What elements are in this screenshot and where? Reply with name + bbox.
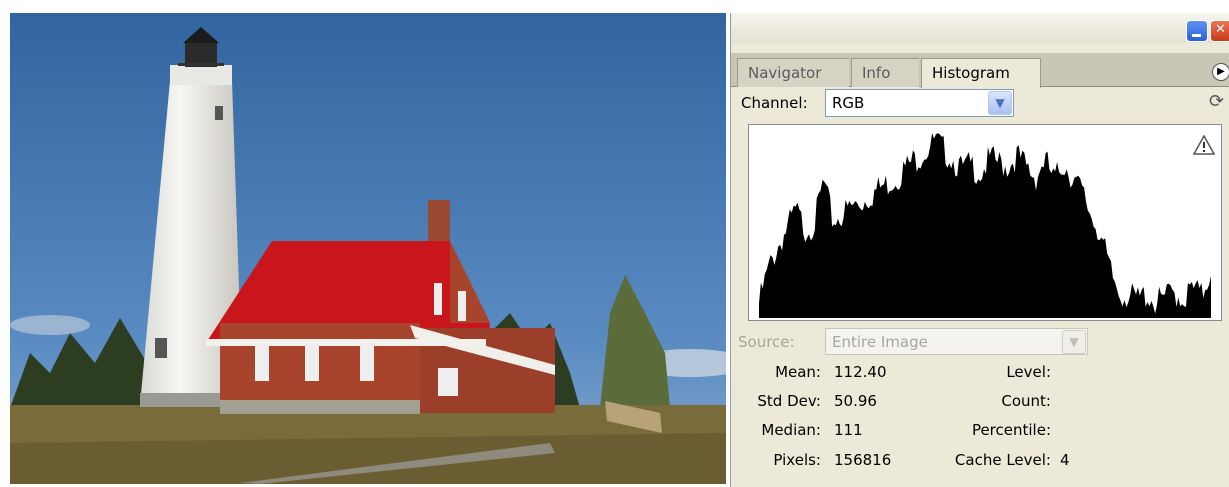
std-dev-label: Std Dev: bbox=[757, 392, 821, 410]
refresh-icon[interactable]: ⟳ bbox=[1209, 93, 1227, 111]
channel-value: RGB bbox=[832, 94, 865, 112]
close-icon[interactable] bbox=[1210, 20, 1229, 42]
std-dev-value: 50.96 bbox=[834, 392, 877, 410]
histogram-levels bbox=[759, 133, 1211, 318]
tab-info[interactable]: Info bbox=[851, 58, 919, 87]
source-label: Source: bbox=[738, 333, 795, 351]
source-value: Entire Image bbox=[832, 333, 928, 351]
panel-tab-strip: Navigator Info Histogram bbox=[731, 53, 1229, 88]
count-label: Count: bbox=[1001, 392, 1051, 410]
mean-label: Mean: bbox=[775, 363, 821, 381]
mean-value: 112.40 bbox=[834, 363, 887, 381]
median-label: Median: bbox=[761, 421, 821, 439]
channel-label: Channel: bbox=[741, 94, 808, 112]
cache-level-value: 4 bbox=[1060, 451, 1070, 469]
percentile-label: Percentile: bbox=[971, 421, 1051, 439]
cache-level-label: Cache Level: bbox=[954, 451, 1051, 469]
pixels-value: 156816 bbox=[834, 451, 892, 469]
median-value: 111 bbox=[834, 421, 863, 439]
panel-menu-icon[interactable]: ▶ bbox=[1212, 63, 1229, 81]
histogram-graph bbox=[748, 124, 1222, 321]
lighthouse-photo bbox=[10, 13, 726, 484]
panel-titlebar[interactable] bbox=[731, 13, 1229, 43]
warning-icon[interactable] bbox=[1193, 135, 1215, 155]
chevron-down-icon[interactable]: ▼ bbox=[988, 91, 1012, 115]
chevron-down-icon[interactable]: ▼ bbox=[1062, 330, 1086, 354]
pixels-label: Pixels: bbox=[773, 451, 821, 469]
channel-dropdown[interactable]: RGB ▼ bbox=[825, 89, 1014, 117]
histogram-panel: Navigator Info Histogram ▶ Channel: RGB … bbox=[730, 13, 1229, 487]
tab-histogram[interactable]: Histogram bbox=[921, 58, 1041, 88]
level-label: Level: bbox=[1006, 363, 1051, 381]
source-dropdown[interactable]: Entire Image ▼ bbox=[825, 328, 1088, 355]
minimize-icon[interactable] bbox=[1186, 20, 1208, 42]
tab-navigator[interactable]: Navigator bbox=[737, 58, 849, 87]
